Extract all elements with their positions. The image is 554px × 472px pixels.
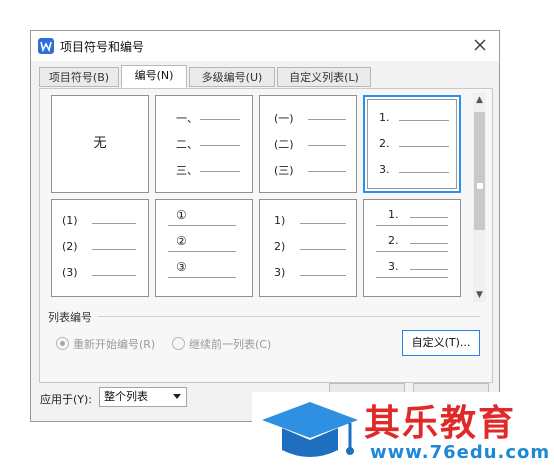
tab-multilevel[interactable]: 多级编号(U)	[189, 67, 275, 87]
style-tile-circled-number[interactable]: ① ② ③	[155, 199, 253, 297]
style-tile-number-paren[interactable]: 1) 2) 3)	[259, 199, 357, 297]
style-tile-none[interactable]: 无	[51, 95, 149, 193]
style-tile-chinese-comma[interactable]: 一、 二、 三、	[155, 95, 253, 193]
graduation-cap-icon	[258, 398, 362, 471]
tab-custom-list[interactable]: 自定义列表(L)	[277, 67, 371, 87]
list-item: 2.	[365, 137, 459, 153]
scroll-up-icon[interactable]: ▲	[473, 93, 486, 107]
none-label: 无	[93, 136, 107, 151]
tab-bullets[interactable]: 项目符号(B)	[39, 67, 119, 87]
numbering-panel: 无 一、 二、 三、 (一) (二) (三) 1. 2. 3. (1) (2) …	[39, 88, 493, 383]
list-item: 一、	[156, 110, 252, 126]
list-item: (3)	[52, 266, 148, 282]
brand-name: 其乐教育	[364, 403, 517, 444]
list-item: 1.	[365, 111, 459, 127]
list-item: (三)	[260, 162, 356, 178]
list-item: 三、	[156, 162, 252, 178]
list-item: ①	[156, 208, 252, 226]
list-item: 3)	[260, 266, 356, 282]
radio-indicator	[172, 337, 185, 350]
list-item: 1)	[260, 214, 356, 230]
list-item: ③	[156, 260, 252, 278]
list-item: 2.	[364, 234, 460, 252]
style-tile-decimal-dot-underlined[interactable]: 1. 2. 3.	[363, 199, 461, 297]
list-item: (一)	[260, 110, 356, 126]
restart-numbering-radio[interactable]: 重新开始编号(R)	[56, 336, 155, 352]
list-item: 3.	[364, 260, 460, 278]
style-tile-decimal-dot-selected[interactable]: 1. 2. 3.	[363, 95, 461, 193]
apply-to-select[interactable]: 整个列表	[99, 387, 187, 407]
customize-button[interactable]: 自定义(T)...	[402, 330, 480, 356]
chevron-down-icon	[173, 394, 181, 399]
list-item: 二、	[156, 136, 252, 152]
vertical-scrollbar[interactable]: ▲ ▼	[473, 93, 486, 302]
list-item: 2)	[260, 240, 356, 256]
list-numbering-section-label: 列表编号	[48, 311, 92, 324]
list-item: 3.	[365, 163, 459, 179]
brand-url: www.76edu.com	[370, 442, 551, 463]
wps-writer-icon	[38, 38, 54, 54]
tab-numbering[interactable]: 编号(N)	[121, 65, 187, 88]
numbering-style-gallery: 无 一、 二、 三、 (一) (二) (三) 1. 2. 3. (1) (2) …	[51, 95, 463, 299]
apply-to-label: 应用于(Y):	[40, 393, 93, 406]
scrollbar-thumb[interactable]	[474, 112, 485, 230]
radio-indicator	[56, 337, 69, 350]
close-icon[interactable]	[471, 36, 489, 54]
style-tile-chinese-parens[interactable]: (一) (二) (三)	[259, 95, 357, 193]
list-item: (二)	[260, 136, 356, 152]
list-item: ②	[156, 234, 252, 252]
list-item: (2)	[52, 240, 148, 256]
continue-previous-list-radio[interactable]: 继续前一列表(C)	[172, 336, 271, 352]
watermark-logo: 其乐教育 www.76edu.com	[252, 392, 554, 472]
list-item: 1.	[364, 208, 460, 226]
list-item: (1)	[52, 214, 148, 230]
bullets-and-numbering-dialog: 项目符号和编号 项目符号(B) 编号(N) 多级编号(U) 自定义列表(L) 无…	[30, 30, 500, 422]
scroll-down-icon[interactable]: ▼	[473, 288, 486, 302]
divider	[98, 316, 480, 317]
dialog-title: 项目符号和编号	[60, 40, 145, 54]
title-bar: 项目符号和编号	[31, 31, 499, 61]
style-tile-parens-number[interactable]: (1) (2) (3)	[51, 199, 149, 297]
